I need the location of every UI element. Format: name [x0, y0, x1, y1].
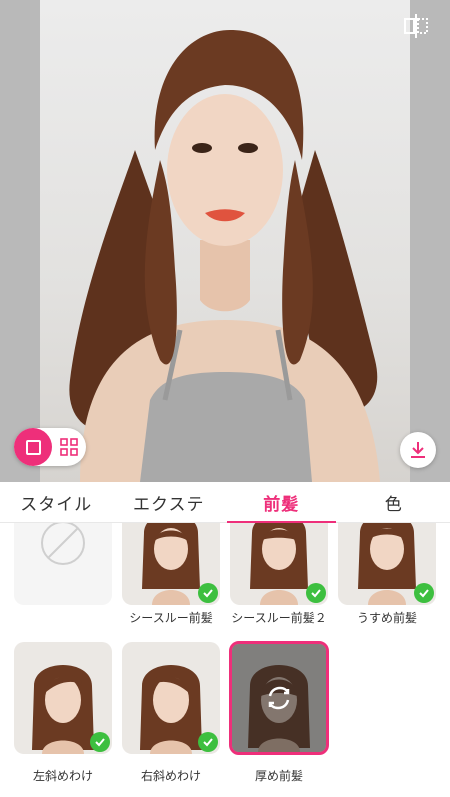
- tab-color[interactable]: 色: [338, 482, 450, 523]
- bangs-style-grid: シースルー前髪 シースルー前髪２ うすめ前髪 左斜めわけ 右斜めわけ 厚め前髪: [0, 523, 450, 797]
- category-tabs: スタイル エクステ 前髪 色: [0, 482, 450, 524]
- style-card-right-part[interactable]: [122, 642, 220, 754]
- photo-preview: [0, 0, 450, 482]
- portrait-photo: [40, 0, 410, 482]
- tab-extension[interactable]: エクステ: [113, 482, 226, 523]
- selected-overlay: [232, 644, 326, 752]
- check-icon: [414, 583, 434, 603]
- style-label: うすめ前髪: [356, 611, 417, 625]
- refresh-cycle-icon: [268, 686, 290, 710]
- tab-bangs[interactable]: 前髪: [225, 482, 338, 524]
- compare-button[interactable]: [400, 10, 432, 42]
- single-view-button[interactable]: [14, 428, 52, 466]
- check-icon: [306, 583, 326, 603]
- check-icon: [198, 583, 218, 603]
- tab-style[interactable]: スタイル: [0, 482, 113, 523]
- style-label: シースルー前髪: [129, 611, 213, 625]
- check-icon: [90, 732, 110, 752]
- style-card-see-through[interactable]: [122, 523, 220, 605]
- style-card-see-through-2[interactable]: [230, 523, 328, 605]
- style-label: 左斜めわけ: [32, 769, 93, 783]
- check-icon: [198, 732, 218, 752]
- style-card-left-part[interactable]: [14, 642, 112, 754]
- style-label: 右斜めわけ: [140, 769, 201, 783]
- style-card-thick-bangs[interactable]: [229, 641, 329, 755]
- style-card-thin-bangs[interactable]: [338, 523, 436, 605]
- split-compare-icon: [404, 14, 428, 38]
- style-none-card[interactable]: [14, 523, 112, 605]
- style-label: シースルー前髪２: [231, 611, 327, 625]
- view-mode-toggle: [14, 428, 86, 466]
- download-button[interactable]: [400, 432, 436, 468]
- single-square-icon: [25, 439, 41, 455]
- download-arrow-icon: [411, 442, 425, 458]
- grid-view-button[interactable]: [54, 428, 84, 466]
- none-slash-icon: [41, 523, 85, 565]
- grid-2x2-icon: [60, 438, 78, 456]
- style-label: 厚め前髪: [254, 769, 303, 783]
